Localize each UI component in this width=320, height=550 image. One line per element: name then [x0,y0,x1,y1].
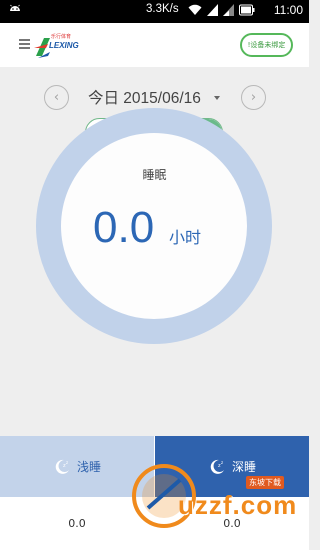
prev-day-button[interactable]: ‹ [44,85,69,110]
watermark-text: uzzf.com [178,490,298,520]
status-icons [188,4,255,16]
menu-icon[interactable] [19,39,30,49]
device-bind-button[interactable]: !设备未绑定 [240,33,293,57]
network-speed: 3.3K/s [146,3,179,15]
signal-icon [223,4,234,16]
date-label[interactable]: 今日 2015/06/16 [88,86,201,108]
chevron-left-icon: ‹ [53,90,60,105]
wifi-icon [188,4,202,15]
dropdown-caret-icon[interactable] [214,96,220,100]
battery-icon [239,4,255,16]
app-logo: 乐行体育 LEXING [34,32,82,60]
status-bar: 3.3K/s 11:00 [0,0,309,23]
sleep-hours-value: 0.0 [93,203,155,252]
clock: 11:00 [273,3,303,17]
light-sleep-label: 浅睡 [76,460,101,474]
logo-text-cn: 乐行体育 [51,34,72,40]
logo-text-en: LEXING [49,41,79,50]
ring-title: 睡眠 [142,168,167,182]
chevron-right-icon: › [250,90,257,105]
signal-icon [207,4,218,16]
moon-icon: z z [55,459,69,474]
android-icon [10,4,20,11]
watermark: uzzf.com 东坡下载 [130,462,308,542]
app-header: 乐行体育 LEXING !设备未绑定 [0,23,309,67]
next-day-button[interactable]: › [241,85,266,110]
svg-text:z: z [66,460,68,465]
sleep-hours-unit: 小时 [169,228,202,247]
watermark-tag: 东坡下载 [246,476,284,489]
